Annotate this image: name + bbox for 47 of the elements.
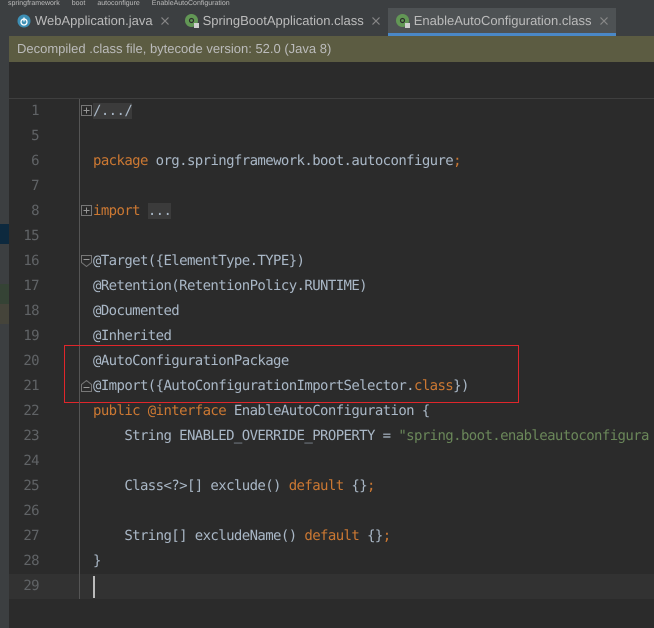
selected-tree-row <box>0 224 9 244</box>
line-number: 25 <box>22 477 39 496</box>
code-line: @Retention(RetentionPolicy.RUNTIME) <box>93 277 368 296</box>
annotation-lock-icon <box>184 14 199 28</box>
code-line: @Target({ElementType.TYPE}) <box>93 252 304 271</box>
line-number: 7 <box>30 177 39 196</box>
code-line: import ... <box>93 202 172 221</box>
code-line: @Inherited <box>93 327 172 346</box>
editor-tab[interactable]: SpringBootApplication.class <box>176 8 388 36</box>
annotation-lock-icon <box>396 14 410 28</box>
close-icon[interactable] <box>372 16 380 24</box>
code-line: } <box>93 552 101 571</box>
line-number: 19 <box>22 327 39 346</box>
editor-tab[interactable]: WebApplication.java <box>9 8 177 36</box>
line-number: 16 <box>22 252 39 271</box>
collapse-icon[interactable] <box>81 255 92 267</box>
line-number: 23 <box>22 427 39 446</box>
code-line: @Documented <box>93 302 180 321</box>
expand-icon[interactable] <box>81 205 92 216</box>
expand-icon[interactable] <box>81 105 92 116</box>
app-icon <box>17 14 31 28</box>
code-line: @Import({AutoConfigurationImportSelector.class}) <box>93 377 469 396</box>
editor-tab[interactable]: EnableAutoConfiguration.class <box>388 8 616 36</box>
line-number: 22 <box>22 402 39 421</box>
line-number: 21 <box>22 377 39 396</box>
code-line: String[] excludeName() default {}; <box>123 527 391 546</box>
code-line: public @interface EnableAutoConfiguration { <box>93 402 430 421</box>
line-number: 18 <box>22 302 39 321</box>
line-number: 6 <box>30 152 39 171</box>
tree-row-highlight <box>0 284 9 324</box>
code-line: @AutoConfigurationPackage <box>93 352 289 371</box>
line-number: 24 <box>22 452 39 471</box>
line-number: 28 <box>22 552 39 571</box>
line-number: 26 <box>22 502 39 521</box>
line-number: 5 <box>30 127 39 146</box>
line-number: 15 <box>22 227 39 246</box>
code-line: package org.springframework.boot.autoconfigure; <box>93 152 461 171</box>
line-number: 1 <box>30 102 39 121</box>
line-number: 20 <box>22 352 39 371</box>
code-line: Class<?>[] exclude() default {}; <box>123 477 375 496</box>
close-icon[interactable] <box>160 16 169 24</box>
notice-bar: Decompiled .class file, bytecode version: 52.0 (Java 8) <box>9 36 654 62</box>
line-number: 27 <box>22 527 39 546</box>
line-number: 8 <box>30 202 39 221</box>
code-line: String ENABLED_OVERRIDE_PROPERTY = "spring.boot.enableautoconfigura <box>123 427 649 446</box>
line-number: 17 <box>22 277 39 296</box>
collapse-icon[interactable] <box>81 380 92 392</box>
